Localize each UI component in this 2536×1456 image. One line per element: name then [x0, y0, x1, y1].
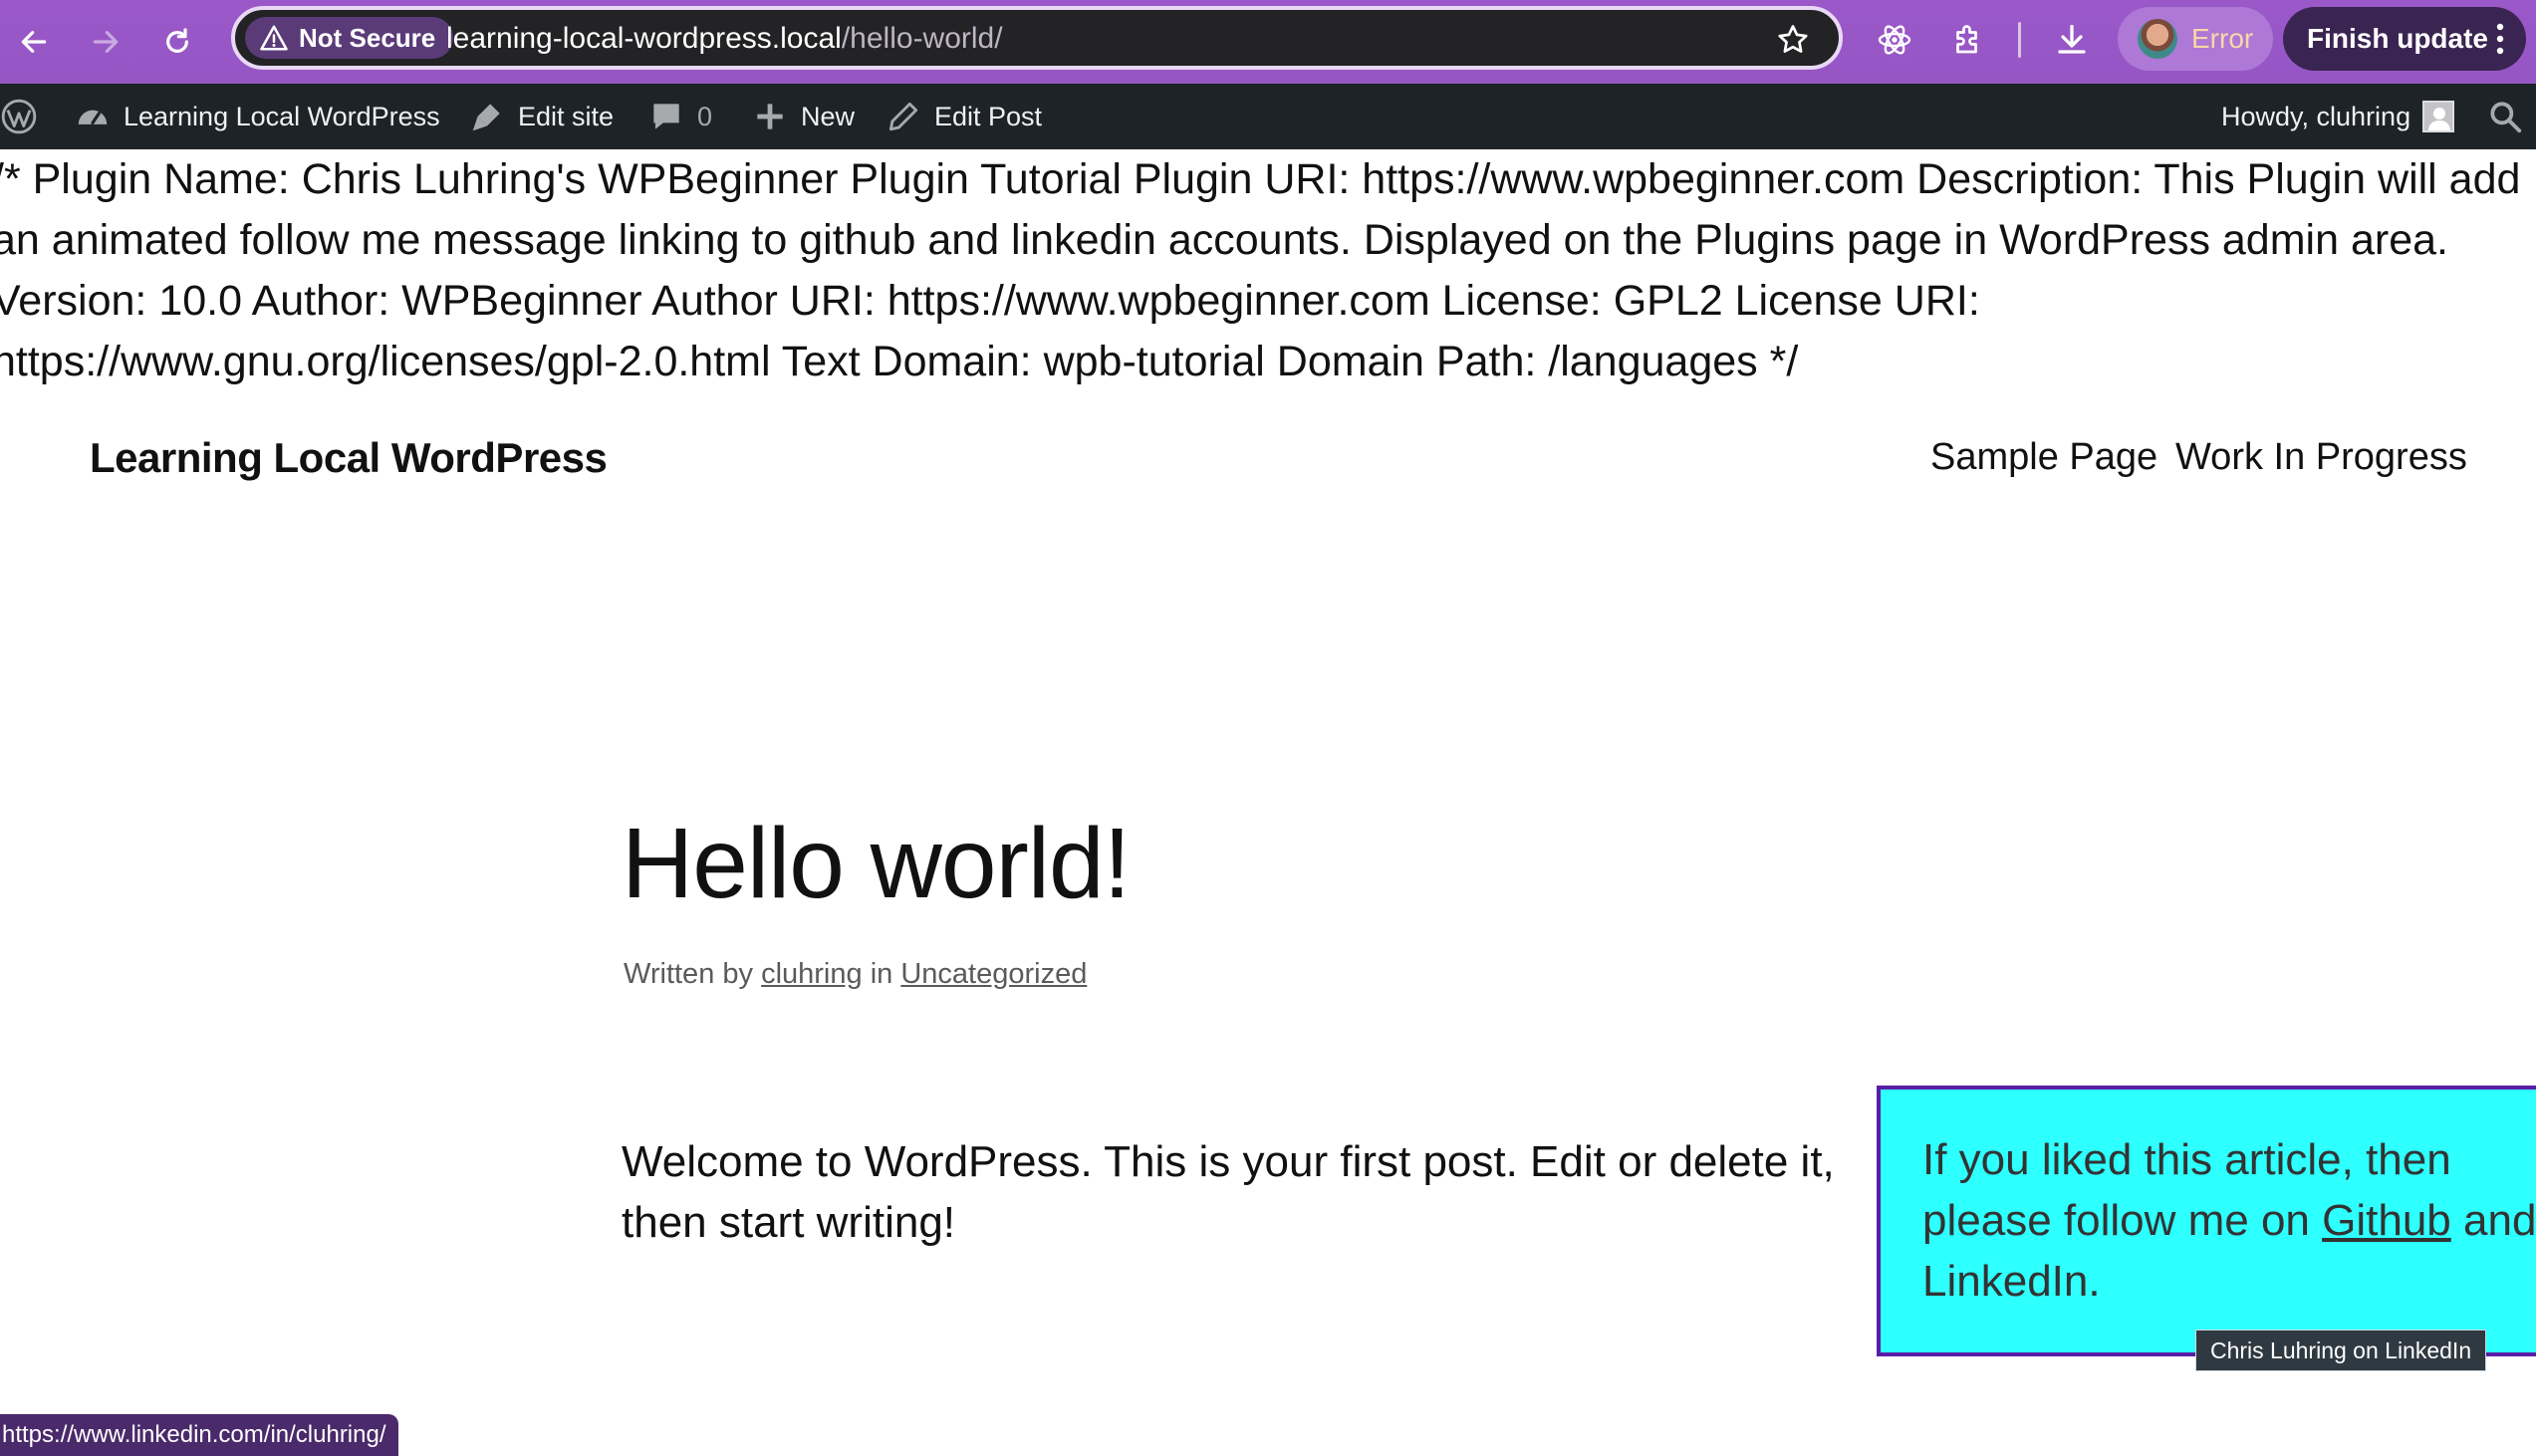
avatar [2422, 101, 2455, 132]
security-chip[interactable]: Not Secure [245, 17, 454, 59]
post-meta: Written by cluhring in Uncategorized [624, 958, 1087, 991]
site-name-menu[interactable]: Learning Local WordPress [74, 84, 440, 149]
react-atom-icon [1878, 25, 1911, 55]
more-vert-icon [2496, 23, 2504, 55]
comment-bubble-icon [653, 104, 679, 129]
url-path: /hello-world/ [841, 22, 1003, 55]
browser-toolbar: Not Secure learning-local-wordpress.loca… [0, 0, 2536, 84]
toolbar-divider [2018, 22, 2021, 58]
post-content: Welcome to WordPress. This is your first… [622, 1137, 1835, 1247]
extensions-button[interactable] [1946, 18, 1990, 62]
profile-status-label: Error [2191, 23, 2254, 54]
new-label: New [801, 101, 856, 131]
wp-logo-menu[interactable] [0, 84, 38, 149]
back-button[interactable] [10, 18, 58, 66]
reload-button[interactable] [153, 18, 201, 66]
profile-avatar [2138, 19, 2177, 59]
category-link[interactable]: Uncategorized [900, 958, 1087, 990]
finish-update-button[interactable]: Finish update [2283, 7, 2526, 71]
edit-post-link[interactable]: Edit Post [885, 84, 1042, 149]
github-link[interactable]: Github [2322, 1196, 2451, 1245]
security-label: Not Secure [299, 22, 436, 53]
brush-icon [472, 104, 500, 131]
finish-update-label: Finish update [2307, 23, 2488, 54]
author-link[interactable]: cluhring [761, 958, 863, 990]
link-status-bar: https://www.linkedin.com/in/cluhring/ [0, 1414, 398, 1456]
back-arrow-icon [21, 31, 47, 53]
wordpress-logo-icon [1, 99, 37, 134]
puzzle-piece-icon [1956, 25, 1977, 54]
wp-admin-bar: Learning Local WordPress Edit site 0 New… [0, 84, 2536, 149]
warning-icon [260, 25, 288, 51]
forward-arrow-icon [93, 31, 119, 53]
edit-post-label: Edit Post [934, 101, 1043, 131]
search-icon [2490, 102, 2522, 133]
profile-button[interactable]: Error [2118, 7, 2273, 71]
howdy-label: Howdy, cluhring [2221, 101, 2411, 131]
url-text[interactable]: learning-local-wordpress.local/hello-wor… [446, 22, 1003, 56]
pencil-icon [888, 102, 918, 131]
comments-link[interactable]: 0 [647, 84, 712, 149]
site-title[interactable]: Learning Local WordPress [90, 434, 608, 482]
follow-and-text: and [2463, 1196, 2536, 1245]
post-title: Hello world! [622, 808, 1131, 919]
react-devtools-extension[interactable] [1873, 18, 1916, 62]
nav-sample-page[interactable]: Sample Page [1930, 436, 2157, 479]
forward-button[interactable] [82, 18, 129, 66]
new-content-menu[interactable]: New [751, 84, 855, 149]
follow-end-text: . [2088, 1257, 2101, 1306]
edit-site-label: Edit site [518, 101, 615, 131]
address-bar[interactable]: Not Secure learning-local-wordpress.loca… [231, 6, 1843, 70]
comments-count: 0 [697, 101, 713, 131]
bookmark-star-icon[interactable] [1775, 22, 1811, 58]
plugin-header-comment: /* Plugin Name: Chris Luhring's WPBeginn… [0, 155, 2521, 385]
downloads-button[interactable] [2050, 18, 2094, 62]
follow-me-box: If you liked this article, then please f… [1877, 1086, 2536, 1356]
linkedin-tooltip: Chris Luhring on LinkedIn [2195, 1330, 2487, 1371]
my-account-menu[interactable]: Howdy, cluhring [2221, 84, 2455, 149]
reload-icon [166, 28, 188, 53]
admin-bar-search[interactable] [2486, 84, 2524, 149]
dashboard-gauge-icon [78, 110, 108, 124]
plus-icon [757, 104, 783, 129]
meta-in-label: in [870, 958, 893, 990]
url-host: learning-local-wordpress.local [446, 22, 842, 55]
admin-bar-site-name: Learning Local WordPress [124, 101, 440, 131]
written-by-label: Written by [624, 958, 754, 990]
linkedin-link[interactable]: LinkedIn [1922, 1257, 2088, 1306]
edit-site-link[interactable]: Edit site [468, 84, 614, 149]
download-icon [2058, 24, 2086, 54]
nav-work-in-progress[interactable]: Work In Progress [2175, 436, 2467, 479]
